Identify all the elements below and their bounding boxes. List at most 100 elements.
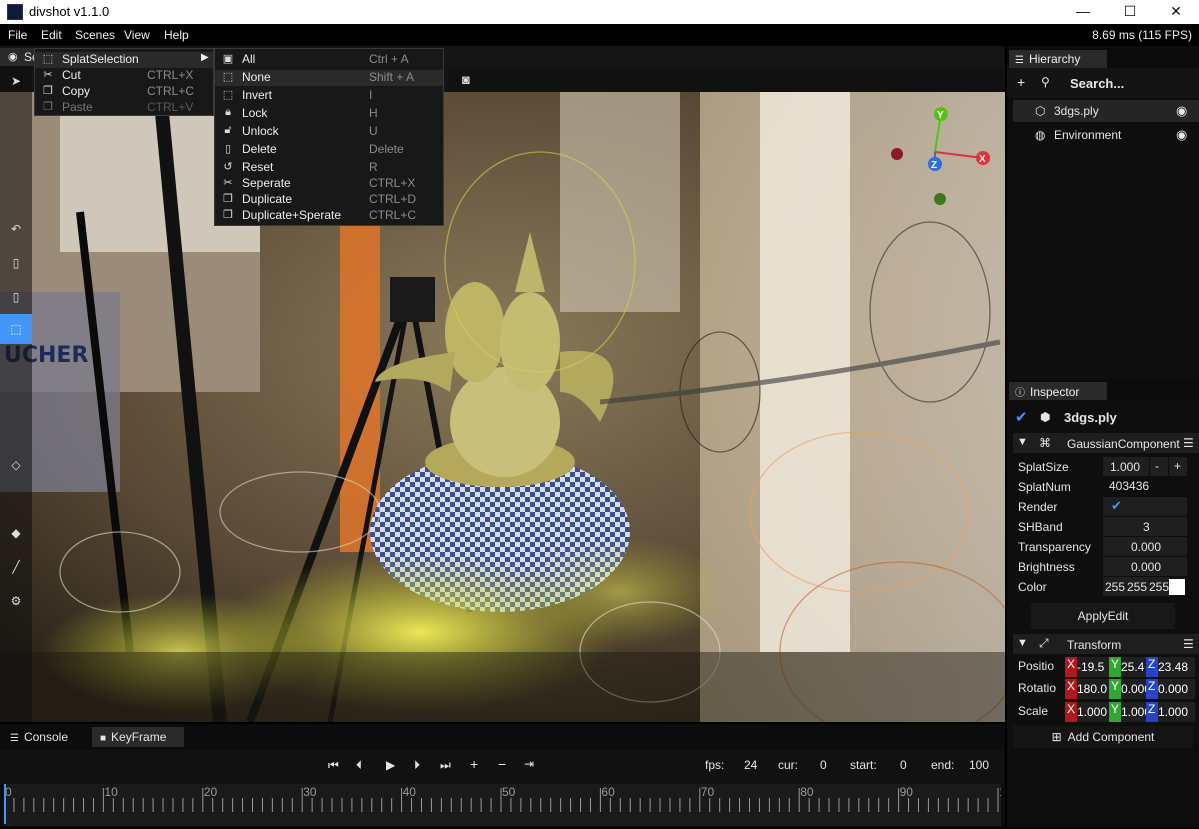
scale-y-field[interactable]: 1.000 bbox=[1121, 702, 1146, 722]
timeline-tick-label: 60 bbox=[601, 785, 615, 799]
title-bar: divshot v1.1.0 — ☐ ✕ bbox=[0, 0, 1199, 24]
select-tool[interactable]: ⬚ bbox=[0, 314, 32, 344]
menu-scenes[interactable]: Scenes bbox=[75, 28, 115, 42]
enabled-checkbox[interactable]: ✔ bbox=[1015, 408, 1028, 426]
timeline-tick-label: 90 bbox=[900, 785, 914, 799]
color-r-field[interactable]: 255 bbox=[1103, 577, 1125, 596]
menu-item-delete[interactable]: ▯ Delete Delete bbox=[215, 142, 443, 158]
menu-item-none[interactable]: ⬚ None Shift + A bbox=[215, 70, 443, 86]
remove-keyframe-icon[interactable]: − bbox=[498, 756, 506, 772]
color-b-field[interactable]: 255 bbox=[1147, 577, 1169, 596]
settings-sliders-icon[interactable]: ☰ bbox=[1183, 436, 1194, 450]
component-icon: ⌘ bbox=[1039, 436, 1051, 450]
eye-icon[interactable]: ◉ bbox=[1176, 103, 1187, 119]
brightness-label: Brightness bbox=[1018, 560, 1075, 574]
fps-value[interactable]: 24 bbox=[744, 758, 757, 772]
rotation-y-field[interactable]: 0.000 bbox=[1121, 679, 1146, 699]
tab-hierarchy[interactable]: ☰ Hierarchy bbox=[1009, 50, 1107, 68]
position-x-field[interactable]: -19.5 bbox=[1077, 657, 1109, 677]
end-value[interactable]: 100 bbox=[969, 758, 989, 772]
timeline-tick-label: 30 bbox=[303, 785, 317, 799]
splatnum-label: SplatNum bbox=[1018, 480, 1071, 494]
camera-icon[interactable]: ◙ bbox=[462, 72, 470, 87]
menu-item-seperate[interactable]: ✂ Seperate CTRL+X bbox=[215, 176, 443, 192]
hierarchy-item-3dgs[interactable]: ⬡ 3dgs.ply ◉ bbox=[1013, 100, 1199, 122]
playback-controls: ⏮ ⏴ ▶ ⏵ ⏭ + − ⇥ fps: 24 cur: 0 start: 0 … bbox=[0, 750, 1005, 784]
step-forward-icon[interactable]: ⏵ bbox=[414, 758, 420, 773]
position-y-field[interactable]: 25.4 bbox=[1121, 657, 1146, 677]
position-row: Positio X -19.5 Y 25.4 Z 23.48 bbox=[1007, 657, 1199, 677]
transform-header[interactable]: ▼ ⤢ Transform ☰ bbox=[1013, 634, 1199, 654]
color-label: Color bbox=[1018, 580, 1047, 594]
menu-view[interactable]: View bbox=[124, 28, 150, 42]
add-component-button[interactable]: ⊞ Add Component bbox=[1013, 726, 1193, 748]
menu-item-duplicate[interactable]: ❐ Duplicate CTRL+D bbox=[215, 192, 443, 208]
maximize-button[interactable]: ☐ bbox=[1107, 0, 1153, 24]
export-icon[interactable]: ⇥ bbox=[524, 757, 534, 771]
splatsize-plus-button[interactable]: + bbox=[1169, 457, 1187, 476]
step-back-icon[interactable]: ⏴ bbox=[356, 758, 362, 773]
skip-start-icon[interactable]: ⏮ bbox=[328, 758, 339, 773]
search-input[interactable]: Search... bbox=[1070, 76, 1124, 91]
scale-z-field[interactable]: 1.000 bbox=[1158, 702, 1195, 722]
object-header: ✔ ⬢ 3dgs.ply bbox=[1007, 406, 1199, 430]
tab-inspector[interactable]: ⓘ Inspector bbox=[1009, 382, 1107, 400]
scene-tab[interactable]: ◉ Sc bbox=[0, 48, 38, 66]
timeline-tick-label: 1 bbox=[999, 785, 1001, 799]
scissors-icon: ✂ bbox=[223, 177, 233, 189]
add-keyframe-icon[interactable]: + bbox=[470, 756, 478, 772]
menu-item-lock[interactable]: 🔒︎ Lock H bbox=[215, 106, 443, 122]
add-icon[interactable]: + bbox=[1017, 74, 1025, 90]
splatsize-minus-button[interactable]: - bbox=[1150, 457, 1168, 476]
close-button[interactable]: ✕ bbox=[1153, 0, 1199, 24]
apply-edit-button[interactable]: ApplyEdit bbox=[1031, 603, 1175, 629]
position-z-field[interactable]: 23.48 bbox=[1158, 657, 1195, 677]
tab-keyframe[interactable]: ■ KeyFrame bbox=[92, 727, 184, 747]
menu-edit[interactable]: Edit bbox=[41, 28, 62, 42]
rotation-z-field[interactable]: 0.000 bbox=[1158, 679, 1195, 699]
3d-viewport[interactable]: UCHER Y X Z bbox=[0, 92, 1005, 722]
scale-x-field[interactable]: 1.000 bbox=[1077, 702, 1109, 722]
color-r-value: 255 bbox=[1105, 580, 1125, 594]
minimize-button[interactable]: — bbox=[1060, 0, 1106, 24]
play-icon[interactable]: ▶ bbox=[386, 758, 395, 772]
render-checkbox[interactable]: ✔ bbox=[1103, 497, 1187, 516]
eye-icon[interactable]: ◉ bbox=[1176, 127, 1187, 143]
undo-icon[interactable]: ↶ bbox=[0, 214, 32, 244]
menu-item-duplicate-separate[interactable]: ❐ Duplicate+Sperate CTRL+C bbox=[215, 208, 443, 224]
splatnum-value: 403436 bbox=[1109, 479, 1150, 493]
timeline-ruler[interactable]: 0 10 20 30 40 50 60 70 80 90 1 bbox=[3, 784, 1006, 826]
menu-help[interactable]: Help bbox=[164, 28, 189, 42]
pointer-tool[interactable]: ➤ bbox=[0, 66, 32, 96]
color-swatch[interactable] bbox=[1169, 579, 1185, 595]
gear-icon[interactable]: ⚙ bbox=[0, 586, 32, 616]
gaussian-component-header[interactable]: ▼ ⌘ GaussianComponent ☰ bbox=[1013, 433, 1199, 453]
menu-item-unlock[interactable]: 🔓︎ Unlock U bbox=[215, 124, 443, 140]
rotation-x-tag: X bbox=[1065, 679, 1077, 699]
menu-item-reset[interactable]: ↺ Reset R bbox=[215, 160, 443, 176]
scale-z-value: 1.000 bbox=[1158, 705, 1189, 719]
axis-gizmo[interactable]: Y X Z bbox=[885, 102, 995, 212]
menu-item-copy[interactable]: ❐ Copy CTRL+C bbox=[35, 84, 213, 100]
cur-value[interactable]: 0 bbox=[820, 758, 827, 772]
hierarchy-item-environment[interactable]: ◍ Environment ◉ bbox=[1013, 124, 1199, 146]
rotation-x-field[interactable]: 180.0 bbox=[1077, 679, 1109, 699]
menu-item-all[interactable]: ▣ All Ctrl + A bbox=[215, 52, 443, 68]
scale-x-tag: X bbox=[1065, 702, 1077, 722]
menu-item-invert[interactable]: ⬚ Invert I bbox=[215, 88, 443, 104]
point-tool[interactable]: ◆ bbox=[0, 518, 32, 548]
cube-tool[interactable]: ◇ bbox=[0, 450, 32, 480]
settings-sliders-icon[interactable]: ☰ bbox=[1183, 637, 1194, 651]
skip-end-icon[interactable]: ⏭ bbox=[440, 758, 451, 773]
brush-tool[interactable]: ╱ bbox=[0, 552, 32, 582]
start-value[interactable]: 0 bbox=[900, 758, 907, 772]
hierarchy-search-row: + ⚲ Search... bbox=[1007, 68, 1199, 98]
menu-item-splatselection[interactable]: ⬚ SplatSelection ▶ bbox=[35, 52, 213, 68]
trash-icon-2[interactable]: ▯ bbox=[0, 282, 32, 312]
reset-icon: ↺ bbox=[223, 161, 233, 173]
trash-icon[interactable]: ▯ bbox=[0, 248, 32, 278]
menu-item-cut[interactable]: ✂ Cut CTRL+X bbox=[35, 68, 213, 84]
color-g-field[interactable]: 255 bbox=[1125, 577, 1147, 596]
tab-console[interactable]: ☰ Console bbox=[2, 727, 76, 747]
menu-file[interactable]: File bbox=[8, 28, 27, 42]
